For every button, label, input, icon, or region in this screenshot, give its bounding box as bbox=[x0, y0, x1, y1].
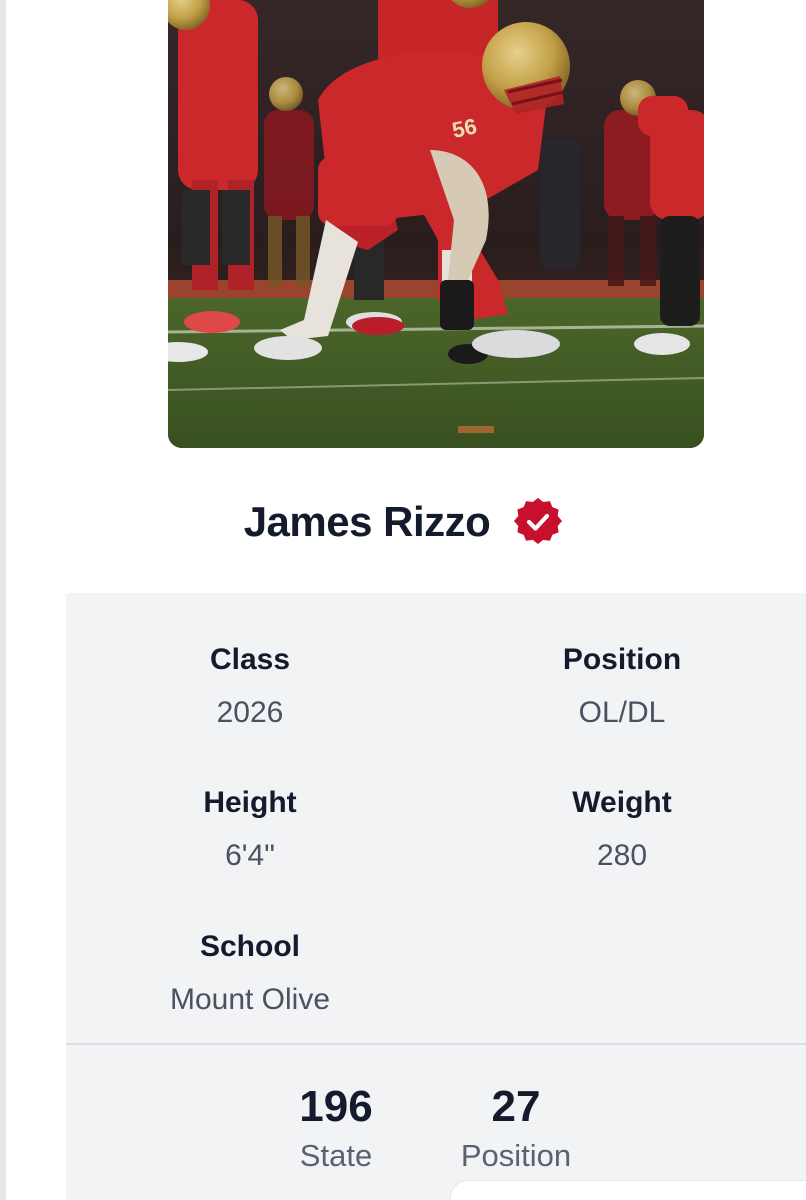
ranking-position-value: 27 bbox=[491, 1082, 541, 1131]
stat-position-value: OL/DL bbox=[578, 696, 666, 729]
stat-position-label: Position bbox=[562, 643, 682, 676]
stat-height-value: 6'4" bbox=[225, 839, 275, 872]
stat-school: School Mount Olive bbox=[110, 929, 390, 1018]
rankings-divider bbox=[66, 1043, 806, 1045]
player-name-row: James Rizzo bbox=[0, 490, 806, 554]
stat-class: Class 2026 bbox=[110, 642, 390, 731]
stat-height-label: Height bbox=[203, 786, 297, 819]
player-info-panel: Class 2026 Position OL/DL Height 6'4" We… bbox=[66, 593, 806, 1200]
stat-position: Position OL/DL bbox=[482, 642, 762, 731]
ranking-position-label: Position bbox=[460, 1138, 572, 1173]
left-edge-divider bbox=[0, 0, 6, 1200]
stat-weight: Weight 280 bbox=[482, 785, 762, 874]
stat-class-value: 2026 bbox=[216, 696, 284, 729]
bottom-sheet-card[interactable] bbox=[450, 1180, 806, 1200]
ranking-state-label: State bbox=[299, 1138, 373, 1173]
ranking-state[interactable]: 196 State bbox=[236, 1081, 436, 1175]
profile-page: 56 James Rizzo Class 2026 Position OL/DL… bbox=[0, 0, 806, 1200]
ranking-position[interactable]: 27 Position bbox=[416, 1081, 616, 1175]
player-name: James Rizzo bbox=[243, 498, 491, 545]
stat-weight-label: Weight bbox=[572, 786, 672, 819]
player-photo[interactable]: 56 bbox=[168, 0, 704, 448]
stat-weight-value: 280 bbox=[596, 839, 648, 872]
stat-class-label: Class bbox=[209, 643, 291, 676]
stat-height: Height 6'4" bbox=[110, 785, 390, 874]
stat-school-label: School bbox=[199, 930, 300, 963]
ranking-state-value: 196 bbox=[299, 1082, 373, 1131]
verified-badge-icon bbox=[514, 498, 563, 545]
stat-school-value: Mount Olive bbox=[169, 983, 331, 1016]
